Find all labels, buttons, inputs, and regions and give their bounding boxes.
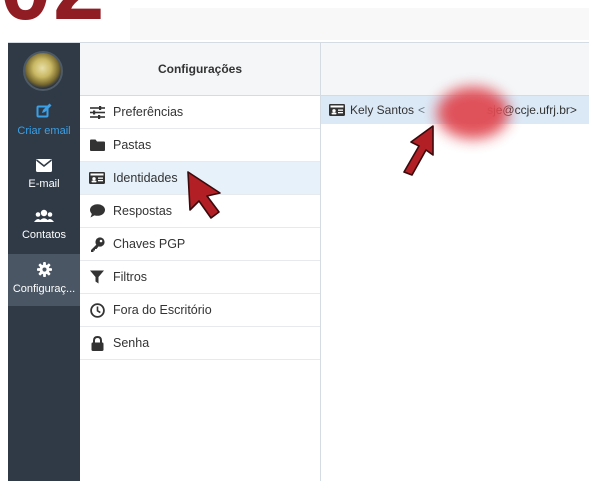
section-filtros[interactable]: Filtros — [80, 261, 320, 294]
nav-contacts[interactable]: Contatos — [8, 209, 80, 241]
webmail-app: Criar email E-mail Contatos Configuraç..… — [8, 42, 589, 481]
settings-panel-title: Configurações — [80, 43, 320, 96]
sliders-icon — [89, 104, 105, 120]
nav-settings[interactable]: Configuraç... — [8, 254, 80, 306]
section-chaves-pgp[interactable]: Chaves PGP — [80, 228, 320, 261]
id-card-icon — [89, 170, 105, 186]
top-background-band — [130, 8, 589, 40]
section-label: Filtros — [113, 270, 148, 284]
section-label: Senha — [113, 336, 150, 350]
users-icon — [8, 209, 80, 226]
comment-icon — [89, 203, 105, 219]
id-card-icon — [329, 104, 345, 116]
section-label: Chaves PGP — [113, 237, 186, 251]
envelope-icon — [8, 159, 80, 175]
settings-sections-panel: Configurações Preferências Pastas Identi… — [80, 43, 321, 481]
section-senha[interactable]: Senha — [80, 327, 320, 360]
identity-email-start: < — [418, 103, 426, 117]
section-label: Identidades — [113, 171, 178, 185]
main-navigation: Criar email E-mail Contatos Configuraç..… — [8, 43, 80, 481]
key-icon — [89, 236, 105, 252]
lock-icon — [89, 335, 105, 351]
section-label: Respostas — [113, 204, 173, 218]
folder-icon — [89, 137, 105, 153]
annotation-arrow-identity — [403, 125, 434, 176]
nav-compose[interactable]: Criar email — [8, 103, 80, 137]
annotation-arrow-identidades — [187, 171, 221, 219]
section-pastas[interactable]: Pastas — [80, 129, 320, 162]
nav-compose-label: Criar email — [17, 125, 71, 137]
university-logo — [23, 51, 63, 91]
clock-icon — [89, 302, 105, 318]
section-label: Pastas — [113, 138, 152, 152]
section-fora-do-escritorio[interactable]: Fora do Escritório — [80, 294, 320, 327]
filter-icon — [89, 269, 105, 285]
nav-mail[interactable]: E-mail — [8, 159, 80, 190]
section-label: Preferências — [113, 105, 184, 119]
section-label: Fora do Escritório — [113, 303, 212, 317]
identities-header — [321, 43, 589, 96]
tutorial-page: 02 Criar email — [0, 0, 589, 481]
identities-panel: Kely Santos < sje@ccje.ufrj.br> — [321, 43, 589, 481]
nav-mail-label: E-mail — [28, 178, 60, 190]
nav-contacts-label: Contatos — [21, 229, 67, 241]
identity-name: Kely Santos — [350, 103, 415, 117]
tutorial-step-number: 02 — [0, 0, 106, 34]
compose-icon — [8, 103, 80, 122]
section-preferencias[interactable]: Preferências — [80, 96, 320, 129]
nav-settings-label: Configuraç... — [12, 283, 76, 295]
gear-icon — [8, 262, 80, 280]
email-redaction-blur — [437, 87, 509, 139]
